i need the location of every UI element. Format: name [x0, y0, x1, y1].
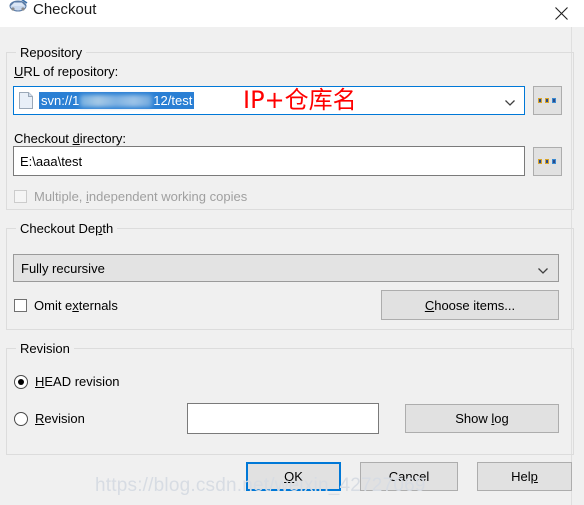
- multiple-working-copies-checkbox[interactable]: Multiple, independent working copies: [14, 189, 247, 204]
- checkout-directory-input[interactable]: E:\aaa\test: [13, 146, 525, 176]
- checkbox-indicator[interactable]: [14, 190, 27, 203]
- chevron-down-icon[interactable]: [504, 96, 516, 106]
- checkbox-indicator[interactable]: [14, 299, 27, 312]
- url-of-repository-combobox[interactable]: svn://1 12/test: [13, 86, 525, 115]
- multiple-working-copies-label: Multiple, independent working copies: [34, 189, 248, 204]
- url-browse-button[interactable]: [533, 86, 562, 115]
- revision-radio[interactable]: Revision: [14, 411, 85, 426]
- window-title: Checkout: [33, 1, 97, 18]
- revision-number-input[interactable]: [187, 403, 379, 434]
- checkout-directory-value: E:\aaa\test: [20, 153, 83, 169]
- close-icon: [554, 6, 568, 20]
- head-revision-label: HEAD revision: [35, 374, 120, 389]
- redacted-ip-block: [80, 95, 153, 107]
- ok-label: OK: [284, 469, 303, 484]
- url-of-repository-label: URL of repository:: [14, 64, 119, 79]
- show-log-button[interactable]: Show log: [405, 404, 559, 433]
- ellipsis-icon: [538, 97, 556, 103]
- omit-externals-checkbox[interactable]: Omit externals: [14, 298, 118, 313]
- revision-label: Revision: [35, 411, 85, 426]
- choose-items-label: Choose items...: [424, 297, 516, 313]
- cancel-button[interactable]: Cancel: [360, 462, 458, 491]
- checkout-depth-combobox[interactable]: Fully recursive: [13, 254, 559, 282]
- omit-externals-label: Omit externals: [34, 298, 118, 313]
- title-bar: Checkout: [0, 0, 584, 28]
- checkout-directory-label: Checkout directory:: [14, 131, 127, 146]
- ok-button[interactable]: OK: [246, 462, 341, 491]
- chevron-down-icon[interactable]: [537, 264, 549, 274]
- url-of-repository-value[interactable]: svn://1 12/test: [39, 92, 195, 109]
- repository-group-label: Repository: [16, 45, 87, 60]
- radio-indicator[interactable]: [14, 411, 28, 426]
- ellipsis-icon: [538, 158, 556, 164]
- help-button[interactable]: Help: [477, 462, 572, 491]
- tortoisesvn-checkout-icon: [8, 0, 28, 14]
- directory-browse-button[interactable]: [533, 147, 562, 176]
- checkout-depth-group-label: Checkout Depth: [16, 221, 118, 236]
- cancel-label: Cancel: [388, 469, 430, 484]
- revision-group-label: Revision: [16, 341, 74, 356]
- choose-items-button[interactable]: Choose items...: [381, 290, 559, 320]
- radio-indicator[interactable]: [14, 374, 28, 389]
- revision-group: Revision: [6, 341, 574, 455]
- show-log-label: Show log: [455, 411, 509, 426]
- checkout-depth-value: Fully recursive: [21, 260, 105, 276]
- help-label: Help: [511, 469, 538, 484]
- close-button[interactable]: [538, 0, 584, 26]
- document-icon: [19, 92, 33, 109]
- head-revision-radio[interactable]: HEAD revision: [14, 374, 120, 389]
